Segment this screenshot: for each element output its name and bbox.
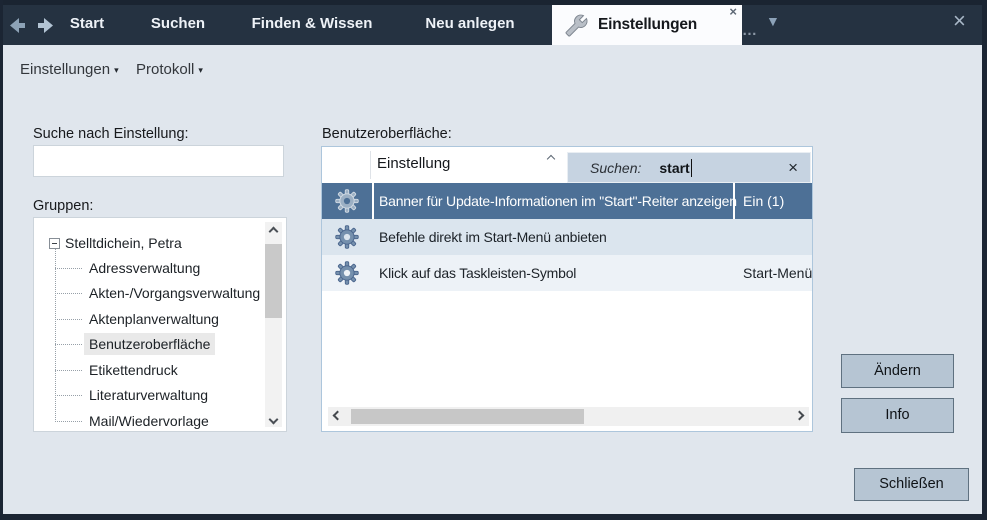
menu-protokoll-label: Protokoll <box>136 61 194 78</box>
grid-horizontal-scrollbar[interactable] <box>328 407 809 426</box>
grid-search-label: Suchen: <box>590 160 641 176</box>
title-bar: Start Suchen Finden & Wissen Neu anlegen… <box>0 0 987 45</box>
info-button[interactable]: Info <box>841 398 954 433</box>
search-setting-input[interactable] <box>33 145 284 177</box>
arrow-left-icon <box>9 17 31 34</box>
groups-tree: Stelltdichein, Petra Adressverwaltung Ak… <box>33 217 287 432</box>
scroll-up-icon[interactable] <box>270 228 277 235</box>
setting-row-befehle-startmenu[interactable]: Befehle direkt im Start-Menü anbieten <box>322 219 812 255</box>
tree-connector-line <box>55 319 82 320</box>
sort-ascending-icon <box>548 156 554 162</box>
tree-root-item[interactable]: Stelltdichein, Petra <box>65 232 182 254</box>
gear-icon <box>334 260 360 286</box>
tree-connector-line <box>55 395 82 396</box>
app-window: Start Suchen Finden & Wissen Neu anlegen… <box>0 0 987 520</box>
chevron-down-icon: ▾ <box>198 63 203 76</box>
tree-item-mail-wiedervorlage[interactable]: Mail/Wiedervorlage <box>84 410 214 432</box>
tab-overflow-ellipsis[interactable]: … <box>742 22 758 39</box>
gear-icon <box>334 224 360 250</box>
tree-vertical-scrollbar[interactable] <box>265 222 282 427</box>
tree-connector-line <box>55 293 82 294</box>
tab-close-icon[interactable]: × <box>729 4 737 19</box>
tab-einstellungen-active[interactable]: Einstellungen × <box>552 5 742 45</box>
setting-name: Banner für Update-Informationen im "Star… <box>379 183 737 219</box>
tree-connector-line <box>55 268 82 269</box>
tree-item-adressverwaltung[interactable]: Adressverwaltung <box>84 257 205 279</box>
arrow-right-icon <box>32 17 54 34</box>
menu-protokoll[interactable]: Protokoll ▾ <box>136 61 203 78</box>
scroll-right-icon[interactable] <box>796 412 803 419</box>
window-close-icon[interactable]: × <box>953 10 966 32</box>
tree-item-literaturverwaltung[interactable]: Literaturverwaltung <box>84 384 213 406</box>
setting-name: Klick auf das Taskleisten-Symbol <box>379 255 576 291</box>
wrench-icon <box>565 14 588 37</box>
tree-item-aktenplanverwaltung[interactable]: Aktenplanverwaltung <box>84 308 224 330</box>
chevron-down-icon: ▾ <box>114 63 119 76</box>
groups-label: Gruppen: <box>33 198 93 214</box>
window-frame <box>982 0 987 520</box>
grid-search-query[interactable]: start <box>659 160 689 176</box>
tree-connector-line <box>55 370 82 371</box>
nav-back-button[interactable] <box>9 17 31 34</box>
tree-item-akten-vorgangsverwaltung[interactable]: Akten-/Vorgangsverwaltung <box>84 282 265 304</box>
cell-divider <box>372 183 374 219</box>
minus-glyph <box>52 243 57 244</box>
search-setting-label: Suche nach Einstellung: <box>33 126 189 142</box>
setting-row-banner-update[interactable]: Banner für Update-Informationen im "Star… <box>322 183 812 219</box>
setting-row-taskleisten-symbol[interactable]: Klick auf das Taskleisten-Symbol Start-M… <box>322 255 812 291</box>
nav-forward-button[interactable] <box>32 17 54 34</box>
menu-einstellungen-label: Einstellungen <box>20 61 110 78</box>
setting-value: Start-Menü <box>743 255 812 291</box>
tree-connector-line <box>55 344 82 345</box>
window-frame <box>0 514 987 520</box>
close-icon[interactable]: × <box>788 160 798 176</box>
tree-item-etikettendruck[interactable]: Etikettendruck <box>84 359 183 381</box>
scroll-down-icon[interactable] <box>270 416 277 423</box>
tree-collapse-icon[interactable] <box>49 238 60 249</box>
schliessen-button[interactable]: Schließen <box>854 468 969 501</box>
setting-value: Ein (1) <box>743 183 784 219</box>
grid-search-box[interactable]: Suchen: start × <box>567 152 811 183</box>
active-tab-label: Einstellungen <box>598 16 697 34</box>
tab-finden-wissen[interactable]: Finden & Wissen <box>240 0 384 45</box>
setting-name: Befehle direkt im Start-Menü anbieten <box>379 219 607 255</box>
window-frame <box>0 0 3 520</box>
aendern-button[interactable]: Ändern <box>841 354 954 388</box>
tab-suchen[interactable]: Suchen <box>145 0 211 45</box>
column-header-label: Einstellung <box>377 155 450 172</box>
tab-neu-anlegen[interactable]: Neu anlegen <box>408 0 532 45</box>
scrollbar-thumb[interactable] <box>351 409 584 424</box>
tab-start[interactable]: Start <box>60 0 114 45</box>
tree-item-benutzeroberflaeche[interactable]: Benutzeroberfläche <box>84 333 215 355</box>
scroll-left-icon[interactable] <box>334 412 341 419</box>
tab-list-dropdown-icon[interactable]: ▼ <box>766 13 780 29</box>
tree-connector-line <box>55 421 82 422</box>
scrollbar-thumb[interactable] <box>265 244 282 318</box>
column-divider <box>370 151 371 179</box>
menu-einstellungen[interactable]: Einstellungen ▾ <box>20 61 119 78</box>
gear-icon <box>334 188 360 214</box>
section-label-benutzeroberflaeche: Benutzeroberfläche: <box>322 126 452 142</box>
settings-grid: Einstellung Suchen: start × Bann <box>321 146 813 432</box>
